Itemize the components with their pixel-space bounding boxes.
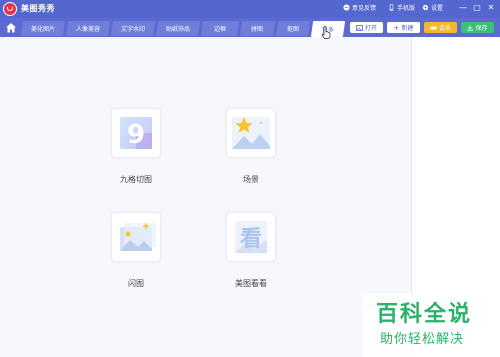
tool-viewer[interactable]: 看 美图看看 bbox=[227, 213, 275, 288]
image-icon bbox=[356, 24, 363, 31]
tab-beautify[interactable]: 美化图片 bbox=[20, 21, 66, 36]
hand-cursor-icon bbox=[321, 26, 331, 39]
open-button[interactable]: 打开 bbox=[350, 22, 383, 33]
tool-flash[interactable]: 闪图 bbox=[112, 213, 160, 288]
minimize-button[interactable]: — bbox=[458, 3, 468, 13]
title-bar: 美图秀秀 意见反馈 手机版 设置 — □ ✕ bbox=[0, 0, 500, 18]
tool-viewer-label: 美图看看 bbox=[235, 279, 267, 288]
tab-bar: 美化图片 人像美容 文字水印 贴纸饰品 边框 拼图 抠图 更多 打开 + 新建 … bbox=[0, 18, 500, 37]
app-logo-icon bbox=[3, 2, 17, 16]
flash-image-icon bbox=[120, 222, 156, 251]
tab-portrait[interactable]: 人像美容 bbox=[65, 21, 111, 36]
tab-text-watermark[interactable]: 文字水印 bbox=[110, 21, 156, 36]
scene-icon bbox=[232, 117, 270, 149]
tool-nine-grid[interactable]: 9 九格切图 bbox=[112, 109, 160, 184]
home-icon[interactable] bbox=[4, 21, 18, 35]
settings-label: 设置 bbox=[431, 5, 444, 12]
mobile-label: 手机版 bbox=[397, 5, 416, 12]
close-button[interactable]: ✕ bbox=[486, 3, 496, 13]
new-button[interactable]: + 新建 bbox=[387, 22, 420, 33]
tab-collage[interactable]: 拼图 bbox=[239, 21, 276, 36]
nine-grid-icon: 9 bbox=[120, 117, 152, 150]
svg-text:9: 9 bbox=[127, 120, 145, 150]
tool-nine-grid-label: 九格切图 bbox=[120, 175, 152, 184]
save-button[interactable]: 保存 bbox=[461, 22, 494, 33]
feedback-link[interactable]: 意见反馈 bbox=[343, 3, 376, 12]
svg-text:看: 看 bbox=[240, 227, 262, 252]
plus-icon: + bbox=[393, 23, 400, 32]
tab-border[interactable]: 边框 bbox=[200, 21, 240, 36]
vip-button[interactable]: 会员 bbox=[424, 22, 457, 33]
tab-stickers[interactable]: 贴纸饰品 bbox=[155, 21, 201, 36]
restore-button[interactable]: □ bbox=[472, 3, 482, 13]
tool-scene[interactable]: 场景 bbox=[227, 109, 275, 184]
viewer-icon: 看 bbox=[235, 221, 267, 253]
main-content: 9 九格切图 场景 闪图 看 美图看看 bbox=[0, 37, 411, 357]
app-title: 美图秀秀 bbox=[21, 4, 55, 13]
mobile-link[interactable]: 手机版 bbox=[388, 3, 415, 12]
tool-scene-label: 场景 bbox=[243, 175, 259, 184]
watermark-title: 百科全说 bbox=[376, 302, 473, 327]
feedback-label: 意见反馈 bbox=[352, 5, 377, 12]
crown-icon bbox=[430, 25, 437, 30]
gear-icon bbox=[422, 4, 429, 11]
feedback-icon bbox=[343, 4, 350, 11]
phone-icon bbox=[389, 4, 394, 11]
tab-cutout[interactable]: 抠图 bbox=[275, 21, 311, 36]
watermark: 百科全说 助你轻松解决 bbox=[362, 293, 500, 357]
watermark-subtitle: 助你轻松解决 bbox=[380, 332, 465, 347]
settings-link[interactable]: 设置 bbox=[422, 3, 443, 12]
tool-flash-label: 闪图 bbox=[128, 279, 144, 288]
save-icon bbox=[467, 25, 474, 31]
